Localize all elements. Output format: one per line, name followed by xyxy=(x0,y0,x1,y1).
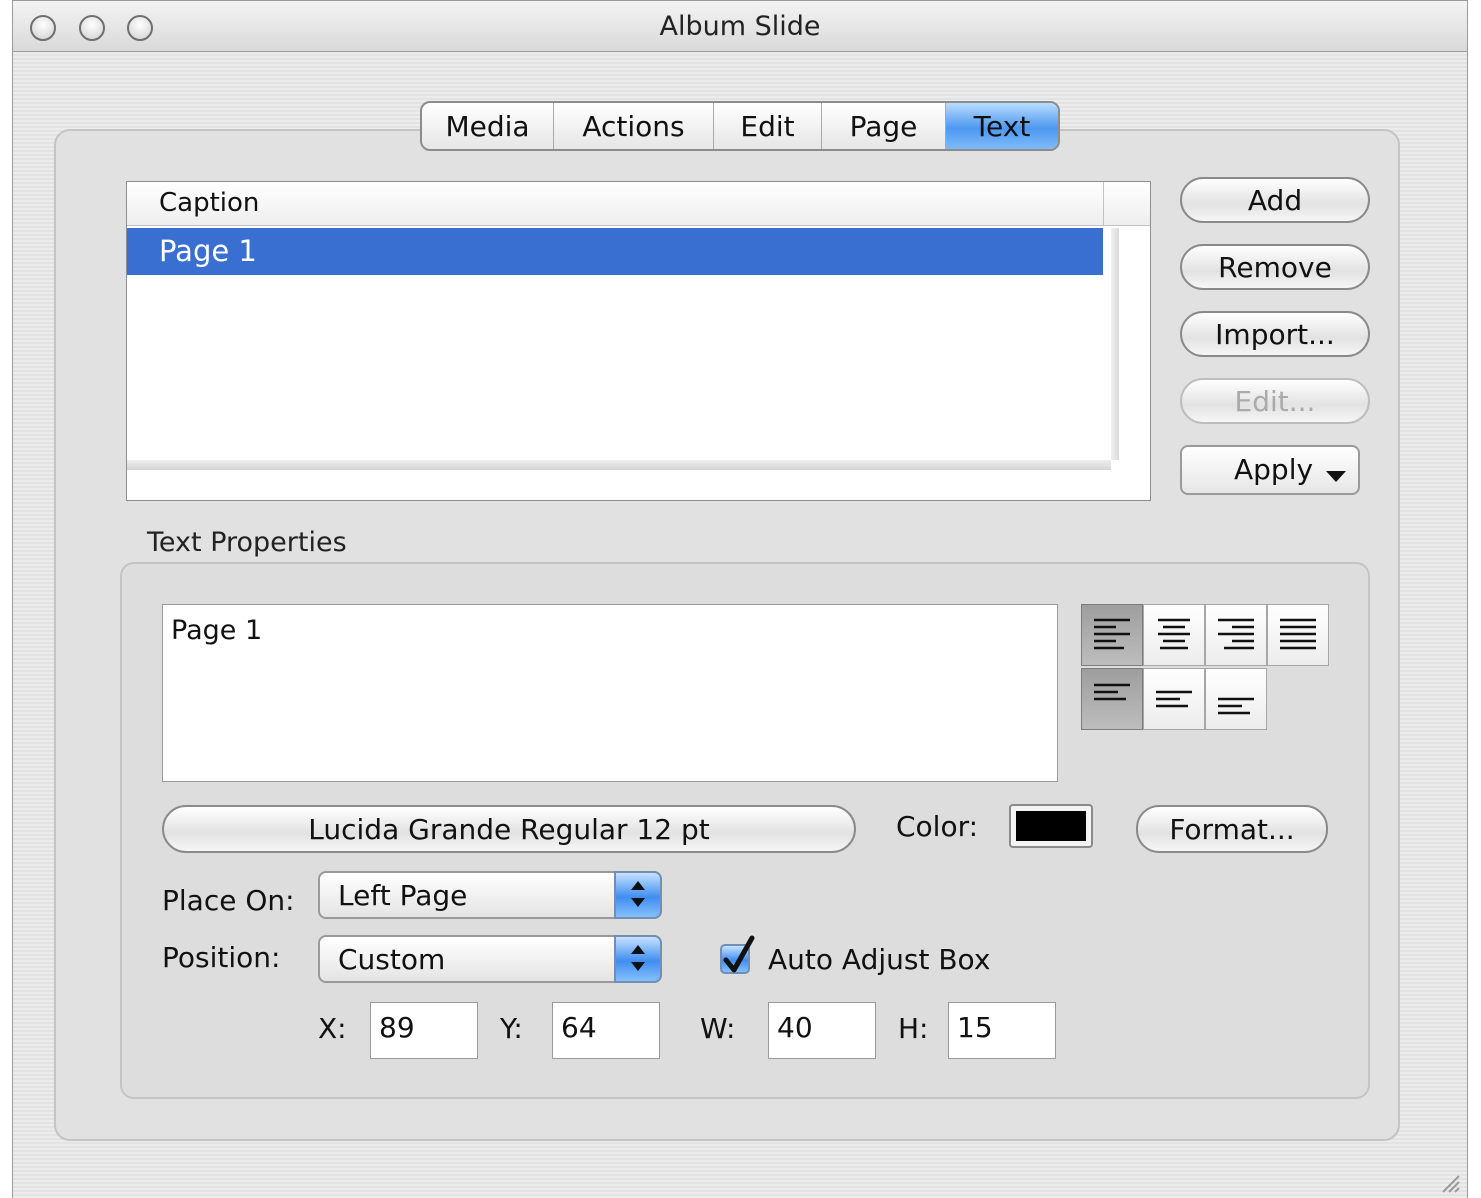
remove-button[interactable]: Remove xyxy=(1180,244,1370,290)
x-value: 89 xyxy=(379,1011,415,1044)
align-left-button[interactable] xyxy=(1081,604,1143,666)
list-item[interactable]: Page 1 xyxy=(127,228,1103,275)
place-on-label: Place On: xyxy=(162,884,295,917)
align-center-button[interactable] xyxy=(1143,604,1205,666)
tab-page[interactable]: Page xyxy=(822,103,946,149)
color-well[interactable] xyxy=(1009,804,1093,848)
w-value: 40 xyxy=(777,1011,813,1044)
valign-bottom-icon xyxy=(1218,697,1254,715)
valign-top-button[interactable] xyxy=(1081,668,1143,730)
checkmark-icon xyxy=(723,935,755,973)
align-center-icon xyxy=(1158,618,1190,650)
w-field[interactable]: 40 xyxy=(768,1002,876,1059)
apply-label: Apply xyxy=(1234,453,1314,486)
tab-media[interactable]: Media xyxy=(422,103,554,149)
auto-adjust-label: Auto Adjust Box xyxy=(768,943,991,976)
y-field[interactable]: 64 xyxy=(552,1002,660,1059)
window-title: Album Slide xyxy=(659,11,821,42)
align-right-icon xyxy=(1218,618,1254,650)
y-label: Y: xyxy=(500,1012,523,1045)
valign-bottom-button[interactable] xyxy=(1205,668,1267,730)
caption-list[interactable]: Caption Page 1 xyxy=(126,181,1151,501)
align-left-icon xyxy=(1094,618,1130,650)
format-button[interactable]: Format... xyxy=(1136,805,1328,853)
place-on-select[interactable]: Left Page xyxy=(318,871,662,919)
horizontal-scrollbar[interactable] xyxy=(127,460,1111,470)
position-value: Custom xyxy=(338,943,446,976)
y-value: 64 xyxy=(561,1011,597,1044)
caption-column-header[interactable]: Caption xyxy=(127,182,1150,226)
valign-middle-button[interactable] xyxy=(1143,668,1205,730)
caption-header-label: Caption xyxy=(159,188,260,218)
h-value: 15 xyxy=(957,1011,993,1044)
import-button[interactable]: Import... xyxy=(1180,311,1370,357)
align-justify-button[interactable] xyxy=(1267,604,1329,666)
valign-middle-icon xyxy=(1156,690,1192,708)
tab-bar: Media Actions Edit Page Text xyxy=(420,101,1060,151)
title-bar[interactable]: Album Slide xyxy=(13,1,1467,52)
valign-top-icon xyxy=(1094,683,1130,701)
text-properties-label: Text Properties xyxy=(147,527,347,558)
x-label: X: xyxy=(318,1012,347,1045)
align-right-button[interactable] xyxy=(1205,604,1267,666)
tab-edit[interactable]: Edit xyxy=(714,103,822,149)
caption-text-editor[interactable]: Page 1 xyxy=(162,604,1058,782)
tab-text[interactable]: Text xyxy=(946,103,1058,149)
alignment-controls xyxy=(1081,604,1329,730)
color-label: Color: xyxy=(896,810,979,843)
resize-grip-icon[interactable] xyxy=(1439,1172,1461,1194)
add-button[interactable]: Add xyxy=(1180,177,1370,223)
h-field[interactable]: 15 xyxy=(948,1002,1056,1059)
caption-text: Page 1 xyxy=(171,615,263,646)
position-label: Position: xyxy=(162,941,281,974)
dropdown-arrow-icon xyxy=(1326,471,1346,482)
w-label: W: xyxy=(700,1012,736,1045)
color-swatch xyxy=(1016,811,1086,841)
position-select[interactable]: Custom xyxy=(318,935,662,983)
apply-menu-button[interactable]: Apply xyxy=(1180,445,1360,495)
popup-arrows-icon xyxy=(614,871,662,919)
edit-button[interactable]: Edit... xyxy=(1180,378,1370,424)
popup-arrows-icon xyxy=(614,935,662,983)
align-justify-icon xyxy=(1280,618,1316,650)
auto-adjust-checkbox[interactable] xyxy=(720,935,755,974)
header-divider xyxy=(1103,182,1104,226)
x-field[interactable]: 89 xyxy=(370,1002,478,1059)
tab-actions[interactable]: Actions xyxy=(554,103,714,149)
place-on-value: Left Page xyxy=(338,879,468,912)
list-item-label: Page 1 xyxy=(159,234,257,268)
vertical-scrollbar[interactable] xyxy=(1111,228,1119,460)
font-button[interactable]: Lucida Grande Regular 12 pt xyxy=(162,805,856,853)
h-label: H: xyxy=(898,1012,929,1045)
